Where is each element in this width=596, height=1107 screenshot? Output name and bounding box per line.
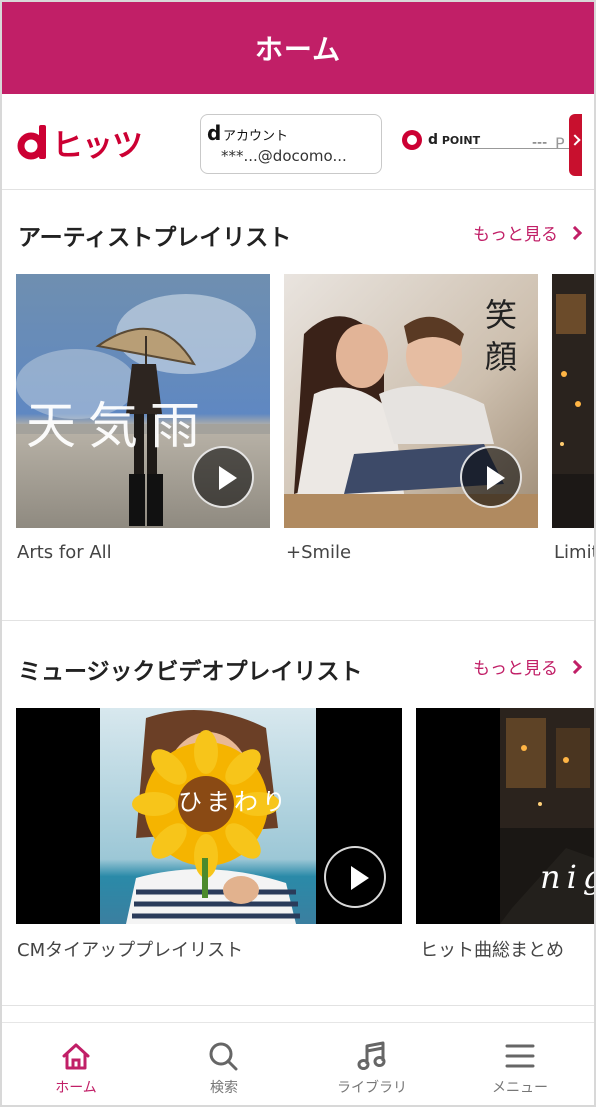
artist-playlist-section: アーティストプレイリスト もっと見る 天気雨 Arts for All 笑顔 +… bbox=[2, 190, 594, 620]
home-icon bbox=[62, 1043, 90, 1070]
page-title: ホーム bbox=[254, 33, 342, 66]
point-value: --- bbox=[532, 135, 548, 151]
tab-label: ライブラリ bbox=[337, 1080, 407, 1096]
section-divider bbox=[2, 1005, 594, 1006]
point-unit: P bbox=[555, 134, 565, 153]
mv-card-cm-tieup[interactable]: ひまわり bbox=[16, 708, 402, 924]
artwork-title-overlay: ひまわり bbox=[178, 788, 290, 816]
play-icon[interactable] bbox=[192, 446, 254, 508]
hamburger-menu-icon bbox=[505, 1044, 535, 1068]
more-label: もっと見る bbox=[473, 659, 558, 679]
play-icon[interactable] bbox=[460, 446, 522, 508]
chevron-right-icon bbox=[569, 134, 581, 146]
playlist-card-limit[interactable] bbox=[552, 274, 594, 528]
dpoint-expand-button[interactable] bbox=[569, 114, 582, 176]
dpoint-icon bbox=[402, 130, 422, 150]
artwork-title-overlay: nig bbox=[540, 858, 594, 896]
bottom-tab-bar: ホーム 検索 ライブラリ メニュー bbox=[2, 1022, 594, 1105]
tab-label: メニュー bbox=[492, 1080, 548, 1096]
app-header: ホーム bbox=[2, 2, 594, 94]
music-note-icon bbox=[357, 1041, 386, 1070]
tab-menu[interactable]: メニュー bbox=[446, 1023, 594, 1105]
more-label: もっと見る bbox=[473, 225, 558, 245]
mv-caption[interactable]: CMタイアッププレイリスト bbox=[17, 936, 243, 962]
mv-playlist-section: ミュージックビデオプレイリスト もっと見る ひまわり CMタイアッププレイリスト… bbox=[2, 620, 594, 1005]
d-account-icon: d bbox=[207, 121, 222, 145]
search-icon bbox=[209, 1042, 238, 1071]
account-bar: ヒッツ d アカウント ***...@docomo... d POINT bbox=[2, 94, 594, 190]
chevron-right-icon bbox=[567, 225, 583, 240]
section-title: アーティストプレイリスト bbox=[18, 225, 292, 251]
playlist-artwork bbox=[552, 274, 594, 528]
artwork-title-overlay: 天気雨 bbox=[26, 397, 212, 455]
mv-caption[interactable]: ヒット曲総まとめ bbox=[420, 936, 564, 962]
more-link[interactable]: もっと見る bbox=[473, 220, 583, 245]
tab-label: ホーム bbox=[55, 1080, 97, 1096]
d-account-button[interactable]: d アカウント ***...@docomo... bbox=[200, 114, 382, 174]
tab-library[interactable]: ライブラリ bbox=[298, 1023, 446, 1105]
playlist-caption[interactable]: +Smile bbox=[286, 542, 351, 563]
account-label: アカウント bbox=[223, 129, 289, 144]
tab-search[interactable]: 検索 bbox=[150, 1023, 298, 1105]
dpoint-widget[interactable]: d POINT bbox=[402, 130, 580, 150]
dhits-logo[interactable]: ヒッツ bbox=[16, 122, 143, 164]
tab-home[interactable]: ホーム bbox=[2, 1023, 150, 1105]
mv-card-hit-songs[interactable]: nig bbox=[416, 708, 594, 924]
section-title: ミュージックビデオプレイリスト bbox=[18, 659, 363, 685]
playlist-caption[interactable]: Arts for All bbox=[17, 542, 112, 563]
account-id: ***...@docomo... bbox=[221, 147, 347, 165]
d-logo-icon bbox=[17, 125, 46, 160]
artwork-title-overlay: 笑顔 bbox=[484, 296, 517, 376]
playlist-card-arts-for-all[interactable]: 天気雨 bbox=[16, 274, 270, 528]
tab-label: 検索 bbox=[210, 1080, 238, 1096]
logo-text: ヒッツ bbox=[52, 127, 143, 164]
dpoint-label: d POINT bbox=[428, 132, 481, 148]
app-screen: ホーム ヒッツ d アカウント ***...@docomo... d POINT… bbox=[0, 0, 596, 1107]
playlist-card-smile[interactable]: 笑顔 bbox=[284, 274, 538, 528]
play-icon[interactable] bbox=[324, 846, 386, 908]
playlist-caption[interactable]: Limit bbox=[554, 542, 594, 563]
chevron-right-icon bbox=[567, 659, 583, 674]
more-link[interactable]: もっと見る bbox=[473, 654, 583, 679]
